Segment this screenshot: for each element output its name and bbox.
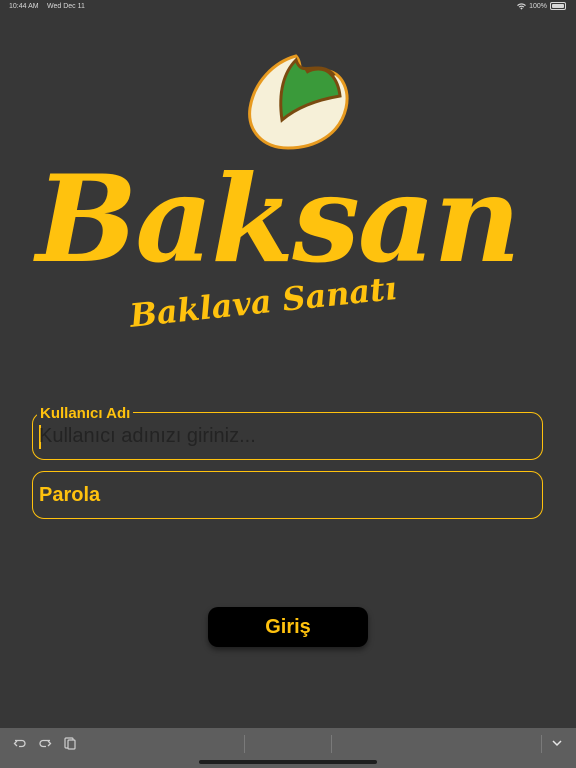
battery-icon [550,2,566,10]
status-time: 10:44 AM [9,3,39,10]
login-button[interactable]: Giriş [208,607,368,647]
password-field[interactable]: Parola [32,471,543,519]
redo-icon[interactable] [38,736,52,750]
wifi-icon [517,2,526,10]
chevron-down-icon[interactable] [550,736,564,750]
home-indicator[interactable] [199,760,377,764]
username-field[interactable]: Kullanıcı Adı [32,406,543,460]
username-input[interactable] [39,423,532,449]
status-bar: 10:44 AM Wed Dec 11 100% [0,0,576,14]
status-date: Wed Dec 11 [47,3,85,10]
undo-icon[interactable] [13,736,27,750]
username-label: Kullanıcı Adı [37,406,134,421]
pistachio-icon [248,54,349,150]
password-label: Parola [39,484,101,506]
battery-percent: 100% [529,2,547,10]
brand-name: Baksan [36,149,521,290]
paste-icon[interactable] [63,736,77,750]
keyboard-shortcut-bar [0,728,576,768]
